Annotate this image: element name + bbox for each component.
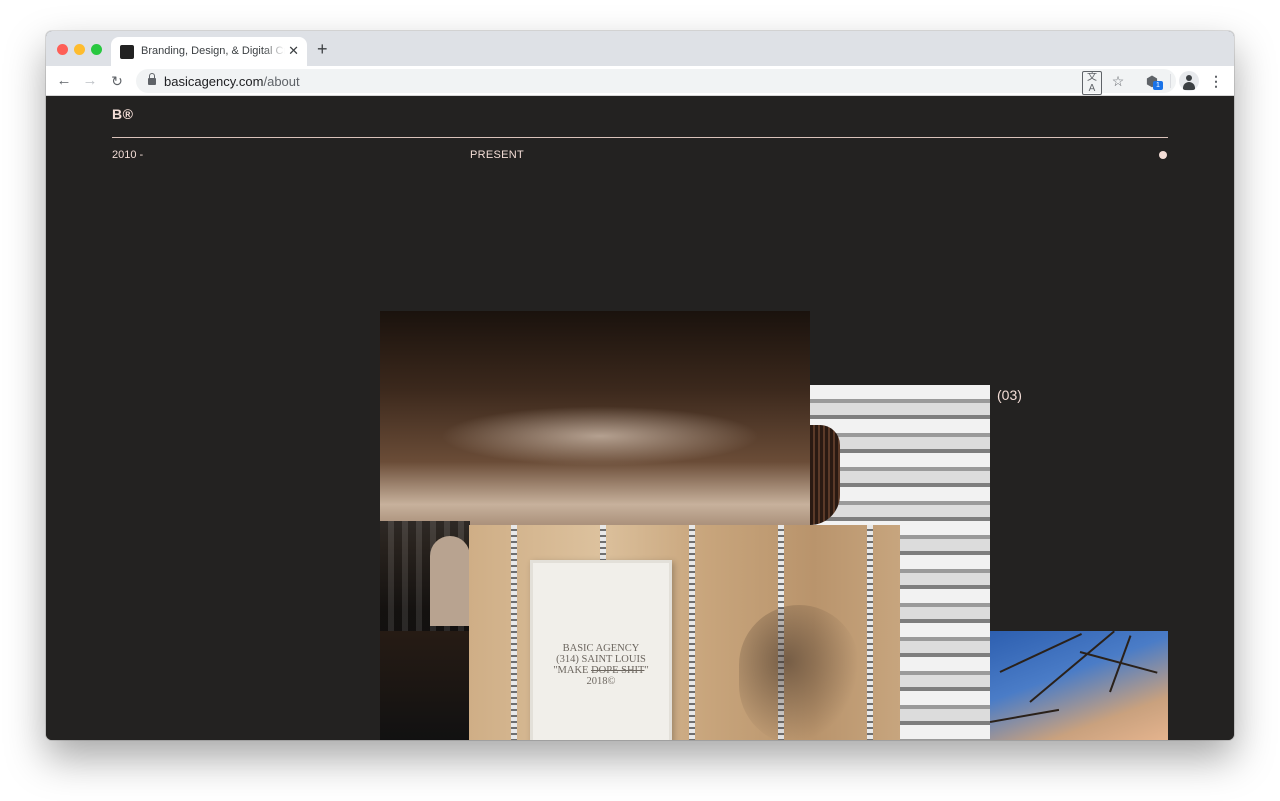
extension-badge: 1: [1153, 81, 1163, 90]
poster-line-2: (314) SAINT LOUIS: [556, 654, 646, 665]
tab-active[interactable]: Branding, Design, & Digital Creative Age…: [111, 37, 307, 66]
kebab-menu-icon[interactable]: ⋮: [1206, 71, 1226, 91]
address-bar[interactable]: basicagency.com/about: [136, 69, 1176, 93]
translate-icon[interactable]: 文A: [1082, 71, 1102, 95]
slide-counter: (03): [997, 387, 1022, 403]
url-text[interactable]: basicagency.com/about: [164, 74, 300, 89]
bookmark-star-icon[interactable]: ☆: [1108, 71, 1128, 91]
favicon-icon: [120, 45, 134, 59]
url-path: /about: [263, 74, 300, 89]
poster-line-3-strike: DOPE SHIT: [591, 665, 645, 676]
reload-icon[interactable]: ↻: [107, 71, 127, 91]
translate-glyph: 文A: [1082, 71, 1102, 95]
poster-line-3-prefix: "MAKE: [553, 665, 592, 676]
tab-strip: Branding, Design, & Digital Creative Age…: [46, 31, 1234, 66]
forward-icon[interactable]: →: [80, 71, 100, 91]
site-logo[interactable]: B®: [112, 106, 133, 122]
profile-avatar-icon[interactable]: [1179, 71, 1199, 91]
lock-icon[interactable]: [148, 73, 156, 85]
extension-icon[interactable]: ⬢ 1: [1142, 71, 1163, 91]
url-host: basicagency.com: [164, 74, 264, 89]
page-viewport: B® 2010 - PRESENT BASIC AGENCY (314) SAI…: [46, 97, 1234, 740]
poster-line-1: BASIC AGENCY: [562, 643, 640, 654]
poster-line-3: "MAKE DOPE SHIT": [533, 665, 669, 676]
browser-window: Branding, Design, & Digital Creative Age…: [46, 31, 1234, 740]
minimize-window-icon[interactable]: [74, 44, 85, 55]
menu-dot-icon[interactable]: [1159, 151, 1167, 159]
browser-toolbar: ← → ↻ basicagency.com/about 文A ☆ ⬢ 1 ⋮: [46, 66, 1234, 96]
poster: BASIC AGENCY (314) SAINT LOUIS "MAKE DOP…: [530, 560, 672, 740]
new-tab-icon[interactable]: +: [317, 39, 328, 59]
photo-wood-wall-poster: BASIC AGENCY (314) SAINT LOUIS "MAKE DOP…: [469, 525, 900, 740]
photo-sky-branches: [990, 631, 1168, 740]
poster-line-4: 2018©: [586, 676, 616, 687]
tab-close-icon[interactable]: ✕: [288, 43, 299, 59]
tab-title: Branding, Design, & Digital Creative Age…: [141, 45, 285, 57]
maximize-window-icon[interactable]: [91, 44, 102, 55]
poster-text: BASIC AGENCY (314) SAINT LOUIS "MAKE DOP…: [533, 643, 669, 687]
back-icon[interactable]: ←: [54, 71, 74, 91]
poster-line-3-suffix: ": [644, 665, 649, 676]
header-divider: [112, 137, 1168, 138]
toolbar-divider: [1170, 74, 1171, 88]
close-window-icon[interactable]: [57, 44, 68, 55]
year-range: 2010 -: [112, 149, 144, 161]
present-label: PRESENT: [470, 149, 525, 161]
